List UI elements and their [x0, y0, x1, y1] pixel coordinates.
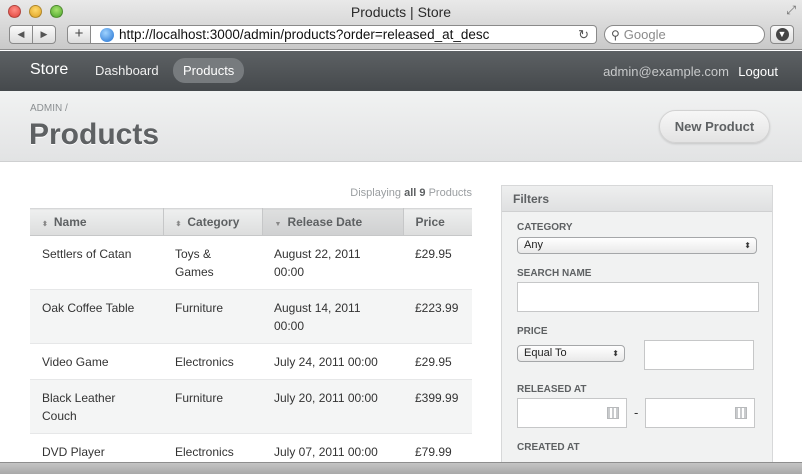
forward-button[interactable]: ▶: [33, 26, 55, 43]
price-value-input[interactable]: [644, 340, 754, 370]
cell-price: £29.95: [403, 343, 472, 380]
cell-release-date: August 22, 2011 00:00: [262, 235, 403, 290]
back-forward-buttons: ◀ ▶: [9, 25, 56, 44]
current-user-email: admin@example.com: [603, 64, 729, 79]
sort-both-icon: ⬍: [175, 221, 182, 228]
calendar-icon[interactable]: [607, 407, 619, 419]
created-at-label: CREATED AT: [517, 442, 580, 453]
cell-category: Furniture: [163, 379, 262, 434]
column-label: Name: [53, 215, 87, 229]
page-title: Products: [29, 118, 160, 151]
displaying-suffix: Products: [428, 187, 472, 199]
cell-release-date: August 14, 2011 00:00: [262, 289, 403, 344]
search-name-label: SEARCH NAME: [517, 268, 592, 279]
select-arrows-icon: ⬍: [612, 349, 619, 358]
sort-both-icon: ⬍: [42, 221, 48, 228]
cell-price: £223.99: [403, 289, 472, 344]
table-header-row: ⬍ Name ⬍ Category ▼ Release Date Price: [30, 208, 472, 236]
column-header-price: Price: [403, 208, 472, 236]
column-label: Price: [415, 215, 445, 229]
displaying-prefix: Displaying: [350, 187, 402, 199]
select-arrows-icon: ⬍: [744, 241, 751, 250]
category-filter-label: CATEGORY: [517, 222, 573, 233]
range-separator: -: [634, 405, 639, 420]
cell-name: Settlers of Catan: [30, 235, 163, 290]
sort-desc-icon: ▼: [274, 221, 282, 228]
cell-name: Oak Coffee Table: [30, 289, 163, 344]
products-table: ⬍ Name ⬍ Category ▼ Release Date Price Sett…: [30, 208, 472, 470]
title-bar: ADMIN / Products New Product: [0, 91, 802, 162]
filters-panel: Filters CATEGORY Any ⬍ SEARCH NAME PRICE…: [501, 185, 773, 474]
filters-title: Filters: [502, 186, 772, 212]
cell-price: £399.99: [403, 379, 472, 434]
column-header-release-date[interactable]: ▼ Release Date: [262, 208, 404, 236]
search-name-input[interactable]: [517, 282, 759, 312]
column-label: Category: [187, 215, 240, 229]
download-icon: ▼: [775, 28, 789, 41]
column-label: Release Date: [287, 215, 363, 229]
search-placeholder: Google: [623, 27, 666, 42]
search-field[interactable]: ⚲ Google: [604, 25, 765, 44]
calendar-icon[interactable]: [735, 407, 747, 419]
reload-icon[interactable]: ↻: [578, 27, 589, 43]
add-bookmark-button[interactable]: +: [67, 25, 91, 44]
new-product-button[interactable]: New Product: [659, 110, 770, 143]
category-select[interactable]: Any ⬍: [517, 237, 757, 254]
back-button[interactable]: ◀: [10, 26, 33, 43]
price-filter-label: PRICE: [517, 326, 548, 337]
cell-category: Furniture: [163, 289, 262, 344]
table-row[interactable]: Video Game Electronics July 24, 2011 00:…: [30, 343, 472, 380]
url-text[interactable]: http://localhost:3000/admin/products?ord…: [119, 27, 578, 42]
category-select-value: Any: [524, 239, 543, 251]
table-row[interactable]: Black Leather Couch Furniture July 20, 2…: [30, 379, 472, 434]
column-header-category[interactable]: ⬍ Category: [163, 208, 263, 236]
search-icon: ⚲: [611, 27, 620, 42]
released-at-to-input[interactable]: [645, 398, 755, 428]
displaying-count: Displaying all 9 Products: [300, 187, 472, 199]
released-at-label: RELEASED AT: [517, 384, 587, 395]
breadcrumb[interactable]: ADMIN /: [30, 103, 68, 114]
address-bar[interactable]: http://localhost:3000/admin/products?ord…: [91, 25, 597, 44]
window-title: Products | Store: [350, 4, 452, 20]
cell-category: Toys & Games: [163, 235, 262, 290]
cell-name: Black Leather Couch: [30, 379, 163, 434]
table-row[interactable]: Oak Coffee Table Furniture August 14, 20…: [30, 289, 472, 344]
cell-release-date: July 24, 2011 00:00: [262, 343, 403, 380]
app-header: Store Dashboard Products admin@example.c…: [0, 51, 802, 91]
globe-icon: [100, 27, 114, 42]
brand-logo[interactable]: Store: [30, 61, 68, 79]
cell-name: Video Game: [30, 343, 163, 380]
released-at-from-input[interactable]: [517, 398, 627, 428]
fullscreen-icon[interactable]: ⤢: [786, 3, 796, 18]
price-operator-select[interactable]: Equal To ⬍: [517, 345, 625, 362]
cell-release-date: July 20, 2011 00:00: [262, 379, 403, 434]
cell-category: Electronics: [163, 343, 262, 380]
browser-status-bar: [0, 462, 802, 474]
nav-products[interactable]: Products: [173, 58, 245, 83]
price-operator-value: Equal To: [524, 347, 567, 359]
displaying-total: all 9: [404, 187, 426, 199]
table-row[interactable]: Settlers of Catan Toys & Games August 22…: [30, 235, 472, 290]
downloads-button[interactable]: ▼: [770, 25, 794, 44]
cell-price: £29.95: [403, 235, 472, 290]
nav-dashboard[interactable]: Dashboard: [85, 58, 169, 83]
column-header-name[interactable]: ⬍ Name: [30, 208, 164, 236]
browser-chrome: Products | Store ⤢ ◀ ▶ + http://localhos…: [0, 0, 802, 50]
logout-link[interactable]: Logout: [738, 64, 778, 79]
